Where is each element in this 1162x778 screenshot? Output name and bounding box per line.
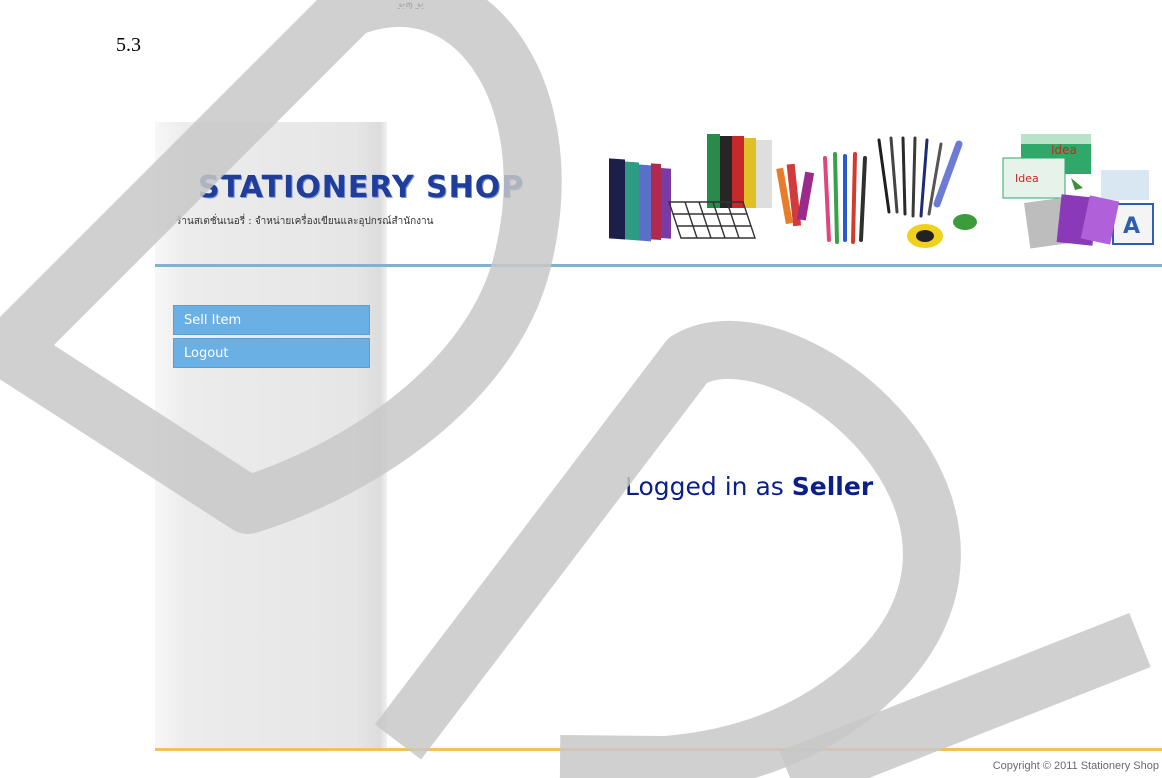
sidebar-nav: Sell Item Logout	[173, 305, 370, 371]
binders-image	[609, 134, 772, 242]
top-text-fragment: ผู้ใช้	[396, 0, 432, 9]
svg-text:Idea: Idea	[1015, 172, 1039, 185]
site-logo-title: STATIONERY SHOP	[198, 170, 525, 205]
stationery-shop-page: STATIONERY SHOP ร้านสเตชั่นเนอรี่ : จำหน…	[155, 122, 1162, 778]
pens-image	[823, 136, 963, 244]
correction-tape-image	[907, 214, 977, 248]
section-number: 5.3	[116, 34, 141, 56]
login-status: Logged in as Seller	[625, 472, 873, 501]
svg-text:Idea: Idea	[1051, 143, 1077, 157]
header-divider	[155, 264, 1162, 267]
footer-divider	[155, 748, 1162, 751]
highlighters-image	[776, 163, 815, 227]
login-status-role: Seller	[791, 472, 874, 501]
sidebar-item-sell-item[interactable]: Sell Item	[173, 305, 370, 335]
site-logo-subtitle: ร้านสเตชั่นเนอรี่ : จำหน่ายเครื่องเขียนแ…	[176, 216, 434, 227]
stationery-banner-image: Idea Idea A	[609, 134, 1154, 249]
site-header: STATIONERY SHOP ร้านสเตชั่นเนอรี่ : จำหน…	[155, 122, 1162, 268]
copyright-text: Copyright © 2011 Stationery Shop	[992, 760, 1159, 772]
svg-text:A: A	[1123, 214, 1140, 239]
login-status-prefix: Logged in as	[625, 472, 784, 501]
sidebar-item-logout[interactable]: Logout	[173, 338, 370, 368]
